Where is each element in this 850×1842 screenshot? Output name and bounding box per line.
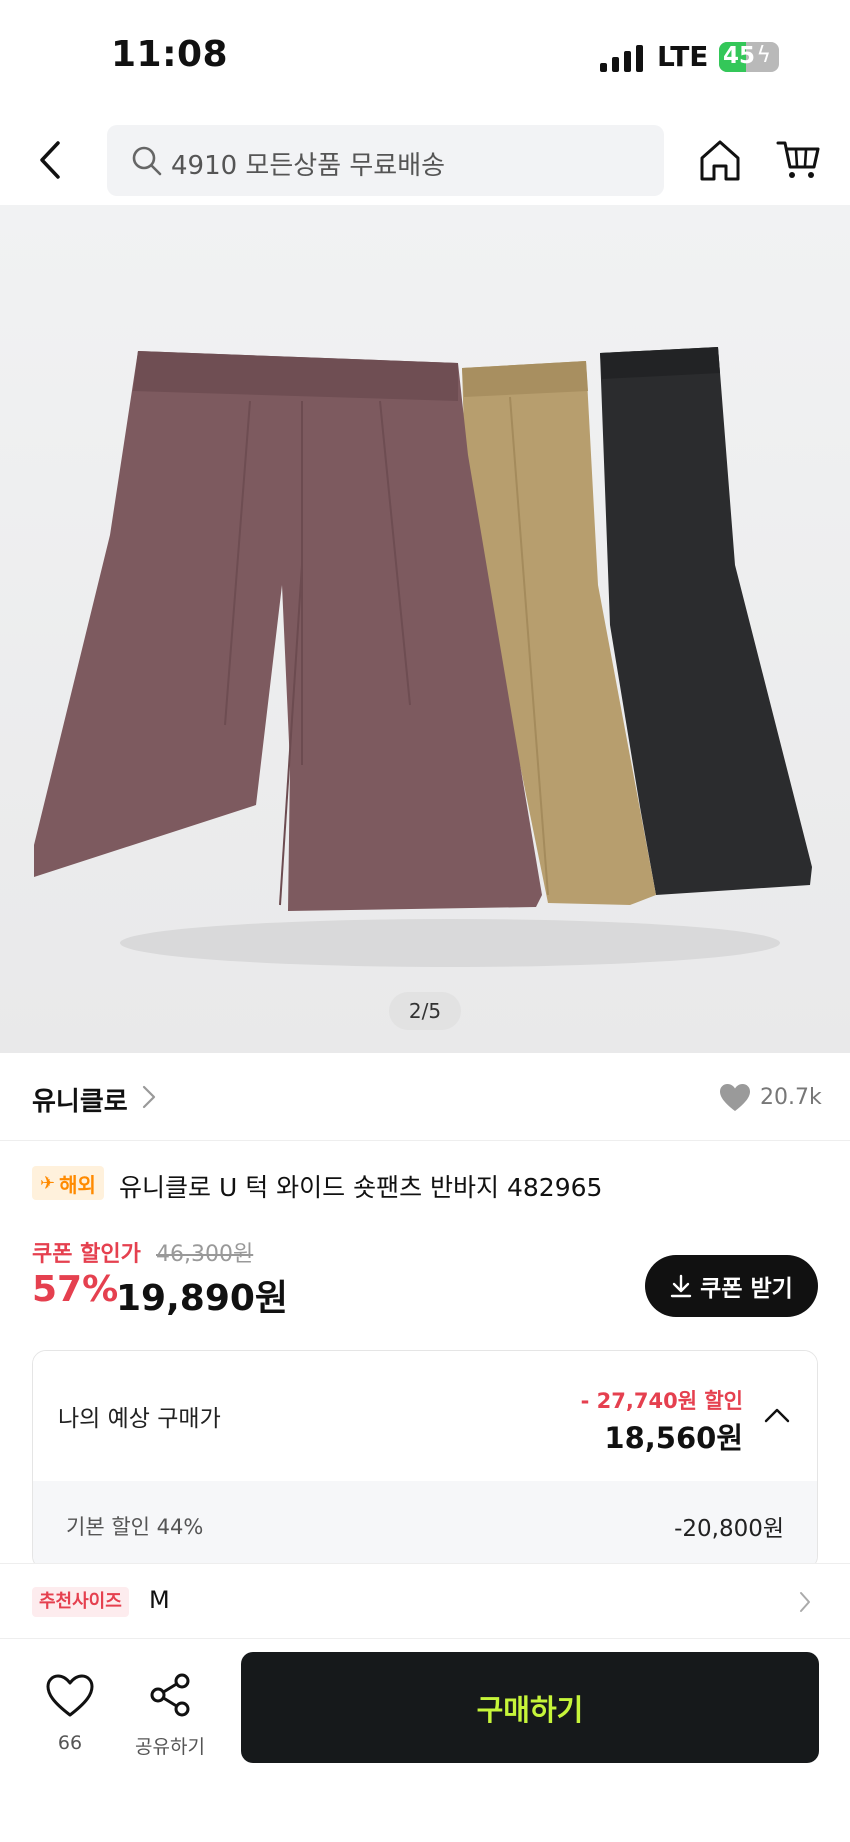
buy-button-label: 구매하기 [476, 1692, 584, 1727]
bottom-action-bar: 66 공유하기 구매하기 [0, 1640, 850, 1842]
overseas-badge: ✈ 해외 [32, 1166, 104, 1200]
airplane-icon: ✈ [40, 1172, 56, 1194]
coupon-price-label: 쿠폰 할인가 [32, 1242, 141, 1267]
battery-percent: 45 [723, 43, 756, 69]
chevron-up-icon[interactable] [764, 1407, 790, 1423]
discount-rate: 57% [32, 1269, 119, 1310]
recommended-size-row[interactable]: 추천사이즈 M [0, 1563, 850, 1639]
cart-button[interactable] [776, 137, 820, 181]
overseas-badge-label: 해외 [59, 1172, 96, 1197]
top-navigation: 4910 모든상품 무료배송 [0, 115, 850, 205]
recommended-size-value: M [149, 1586, 170, 1614]
get-coupon-button[interactable]: 쿠폰 받기 [645, 1255, 818, 1317]
search-bar[interactable]: 4910 모든상품 무료배송 [107, 125, 664, 196]
like-count: 20.7k [760, 1085, 822, 1110]
charging-bolt-icon: ϟ [756, 43, 771, 68]
recommended-size-badge: 추천사이즈 [32, 1587, 129, 1617]
battery-icon: 45 ϟ [719, 42, 779, 72]
back-button[interactable] [30, 135, 74, 185]
share-label: 공유하기 [135, 1736, 205, 1758]
brand-row[interactable]: 유니클로 20.7k [0, 1053, 850, 1141]
download-icon [670, 1274, 692, 1298]
cart-icon [776, 141, 820, 178]
expected-price-header[interactable]: 나의 예상 구매가 - 27,740원 할인 18,560원 [33, 1351, 817, 1481]
expected-price: 18,560원 [604, 1421, 743, 1455]
chevron-right-icon [142, 1085, 156, 1109]
expected-price-card: 나의 예상 구매가 - 27,740원 할인 18,560원 기본 할인 44%… [32, 1350, 818, 1570]
discount-detail-row: 기본 할인 44% -20,800원 [33, 1481, 817, 1569]
share-icon [150, 1673, 190, 1717]
search-icon [132, 146, 162, 176]
product-title-row: ✈ 해외 유니클로 U 턱 와이드 숏팬츠 반바지 482965 [32, 1166, 822, 1204]
brand-name[interactable]: 유니클로 [32, 1081, 128, 1118]
product-title: 유니클로 U 턱 와이드 숏팬츠 반바지 482965 [119, 1173, 603, 1202]
wishlist-count: 66 [57, 1732, 83, 1754]
chevron-right-icon [800, 1592, 810, 1612]
product-image-gallery[interactable]: 2/5 [0, 205, 850, 1053]
network-type: LTE [657, 40, 709, 73]
share-button[interactable]: 공유하기 [132, 1670, 208, 1766]
wishlist-button[interactable]: 66 [40, 1670, 100, 1766]
signal-icon [600, 44, 644, 72]
heart-outline-icon [46, 1674, 94, 1717]
heart-icon[interactable] [719, 1083, 751, 1113]
status-bar: 11:08 LTE 45 ϟ [0, 0, 850, 115]
sale-price: 19,890원 [116, 1278, 289, 1319]
expected-discount: - 27,740원 할인 [580, 1389, 743, 1413]
gallery-page-indicator: 2/5 [389, 992, 461, 1030]
home-icon [700, 140, 740, 181]
base-discount-label: 기본 할인 44% [66, 1515, 204, 1539]
original-price: 46,300원 [156, 1242, 254, 1267]
status-time: 11:08 [111, 34, 229, 75]
buy-button[interactable]: 구매하기 [241, 1652, 819, 1763]
base-discount-value: -20,800원 [674, 1516, 784, 1542]
home-button[interactable] [697, 137, 743, 183]
product-photo [0, 205, 850, 1053]
back-icon [40, 141, 60, 179]
search-placeholder: 4910 모든상품 무료배송 [171, 151, 446, 181]
expected-price-label: 나의 예상 구매가 [58, 1406, 221, 1432]
get-coupon-label: 쿠폰 받기 [700, 1276, 793, 1302]
